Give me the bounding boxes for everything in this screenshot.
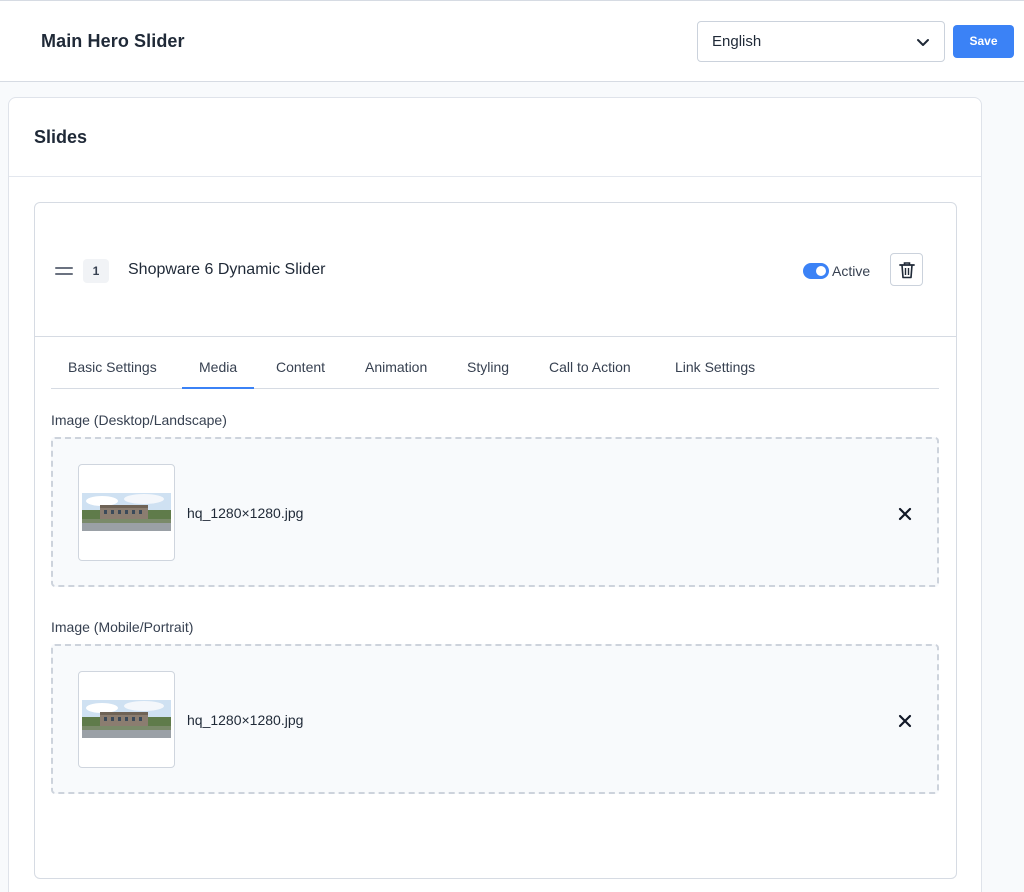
tab-content[interactable]: Content (259, 349, 342, 389)
slides-panel: Slides 1 Shopware 6 Dynamic Slider Activ… (8, 97, 982, 892)
slides-panel-header: Slides (9, 98, 981, 177)
tab-call-to-action[interactable]: Call to Action (532, 349, 648, 389)
mobile-image-thumbnail (78, 671, 175, 768)
tab-media[interactable]: Media (182, 349, 255, 389)
language-select-value: English (712, 33, 762, 50)
language-select[interactable]: English (697, 21, 945, 62)
slide-number-badge: 1 (83, 259, 109, 283)
page-title: Main Hero Slider (41, 31, 185, 51)
toggle-knob (816, 266, 826, 276)
active-toggle[interactable] (803, 263, 829, 279)
slide-header: 1 Shopware 6 Dynamic Slider Active (35, 203, 956, 337)
tab-basic-settings[interactable]: Basic Settings (51, 349, 174, 389)
building-photo (82, 493, 171, 531)
desktop-image-filename: hq_1280×1280.jpg (187, 505, 304, 521)
tab-styling[interactable]: Styling (450, 349, 526, 389)
active-label: Active (832, 263, 871, 279)
desktop-image-thumbnail (78, 464, 175, 561)
mobile-image-dropzone[interactable]: hq_1280×1280.jpg (51, 644, 939, 794)
scrollbar[interactable] (982, 82, 1024, 892)
tab-animation[interactable]: Animation (348, 349, 444, 389)
building-photo (82, 700, 171, 738)
slide-name: Shopware 6 Dynamic Slider (128, 261, 326, 278)
mobile-image-filename: hq_1280×1280.jpg (187, 712, 304, 728)
desktop-image-dropzone[interactable]: hq_1280×1280.jpg (51, 437, 939, 587)
chevron-down-icon (917, 39, 929, 46)
slide-card: 1 Shopware 6 Dynamic Slider Active Basic… (34, 202, 957, 879)
save-button[interactable]: Save (953, 25, 1014, 58)
drag-handle-icon[interactable] (55, 267, 73, 277)
mobile-image-label: Image (Mobile/Portrait) (51, 619, 194, 635)
tab-link-settings[interactable]: Link Settings (658, 349, 772, 389)
delete-slide-button[interactable] (890, 253, 923, 286)
trash-icon (899, 262, 915, 279)
slides-heading: Slides (34, 127, 88, 147)
desktop-image-label: Image (Desktop/Landscape) (51, 412, 227, 428)
close-icon[interactable] (898, 714, 912, 728)
close-icon[interactable] (898, 507, 912, 521)
top-header: Main Hero Slider English Save (0, 0, 1024, 82)
settings-tabs: Basic Settings Media Content Animation S… (51, 349, 939, 389)
